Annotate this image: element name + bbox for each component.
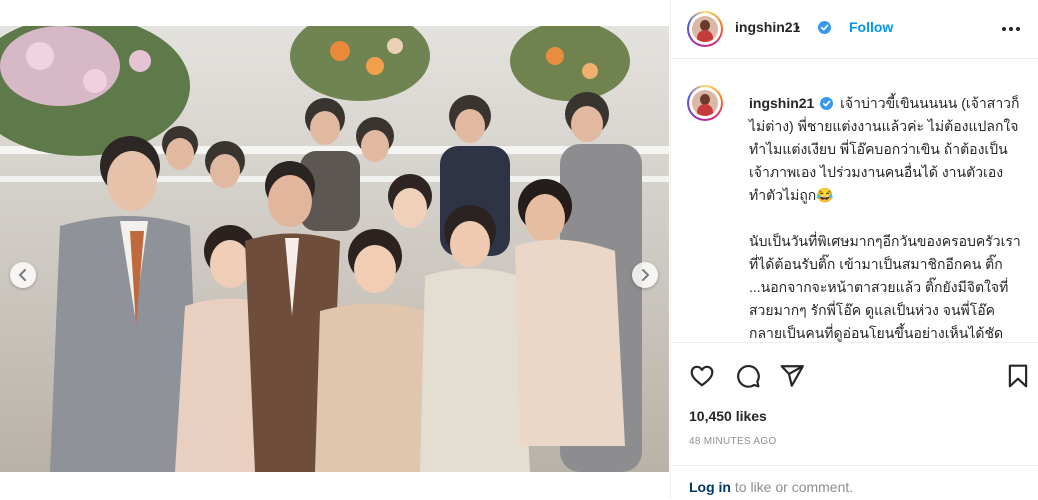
- share-icon[interactable]: [779, 363, 805, 389]
- caption-area: ingshin21 เจ้าบ่าวขี้เขินนนนน (เจ้าสาวก็…: [671, 59, 1038, 342]
- login-prompt: Log in to like or comment.: [671, 465, 1038, 500]
- follow-button[interactable]: Follow: [849, 19, 893, 35]
- post-header: ingshin21 • Follow: [671, 0, 1038, 59]
- comment-icon[interactable]: [735, 363, 761, 389]
- caption-paragraph-2: นับเป็นวันที่พิเศษมากๆอีกวันของครอบครัวเ…: [749, 233, 1021, 341]
- action-bar: 10,450 likes 48 MINUTES AGO: [671, 342, 1038, 457]
- verified-badge-icon: [820, 97, 834, 110]
- group-photo-image: [0, 26, 669, 472]
- post-photo[interactable]: [0, 26, 669, 472]
- caption-avatar[interactable]: [687, 85, 723, 121]
- caption-text: ingshin21 เจ้าบ่าวขี้เขินนนนน (เจ้าสาวก็…: [749, 92, 1021, 342]
- instagram-post: ingshin21 • Follow ingshin21 เจ้าบ่าวขี้…: [0, 0, 1038, 499]
- verified-badge-icon: [818, 21, 831, 34]
- header-username[interactable]: ingshin21: [735, 19, 800, 35]
- bookmark-icon[interactable]: [1005, 363, 1031, 389]
- more-options-icon[interactable]: [1002, 27, 1020, 31]
- separator-dot: •: [795, 19, 800, 35]
- post-sidebar: ingshin21 • Follow ingshin21 เจ้าบ่าวขี้…: [670, 0, 1038, 499]
- like-count[interactable]: 10,450 likes: [689, 408, 767, 424]
- chevron-right-icon: [642, 269, 650, 281]
- next-slide-button[interactable]: [632, 262, 658, 288]
- login-link[interactable]: Log in: [689, 479, 731, 495]
- post-timestamp[interactable]: 48 MINUTES AGO: [689, 436, 777, 447]
- caption-paragraph-1: เจ้าบ่าวขี้เขินนนนน (เจ้าสาวก็ไม่ต่าง) พ…: [749, 95, 1020, 203]
- chevron-left-icon: [18, 269, 26, 281]
- heart-icon[interactable]: [689, 363, 715, 389]
- login-prompt-text: to like or comment.: [731, 479, 854, 495]
- caption-username[interactable]: ingshin21: [749, 95, 814, 111]
- previous-slide-button[interactable]: [10, 262, 36, 288]
- avatar[interactable]: [687, 11, 723, 47]
